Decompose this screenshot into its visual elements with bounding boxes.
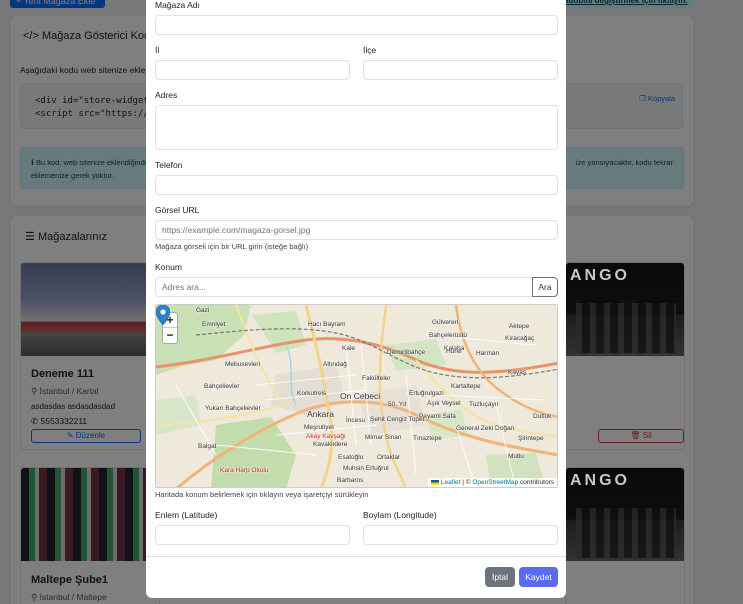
map-label: İncesu <box>346 417 366 424</box>
location-label: Konum <box>155 262 182 272</box>
shop-brand-text: ANGO <box>570 267 630 284</box>
map-label: Yukarı Bahçelievler <box>205 405 261 412</box>
location-map[interactable]: + − Gazi Emniyet Hacı Bayram Gülveren Ka… <box>155 304 558 488</box>
map-label: Aktepe <box>509 323 530 330</box>
map-label: Kayaş <box>508 369 527 376</box>
map-label: Fakülteler <box>362 375 391 382</box>
district-input[interactable] <box>363 60 558 80</box>
district-label: İlçe <box>363 45 377 55</box>
map-label: Aşık Veysel <box>427 400 461 407</box>
longitude-label: Boylam (Longitude) <box>363 510 437 520</box>
map-label: Hacı Bayram <box>308 321 346 328</box>
map-label: Demirlibahçe <box>387 349 425 356</box>
map-label: 50. Yıl <box>388 401 407 408</box>
map-label: Altındağ <box>323 361 347 368</box>
map-label: Hürel <box>446 348 462 355</box>
province-input[interactable] <box>155 60 350 80</box>
map-label: General Zeki Doğan <box>456 425 515 432</box>
map-attribution: Leaflet | © OpenStreetMap contributors <box>428 478 557 487</box>
map-label: Balgat <box>198 443 217 450</box>
map-label: Harman <box>476 350 500 357</box>
cancel-button[interactable]: İptal <box>485 567 515 587</box>
map-label: Tuzluçayır <box>469 401 499 408</box>
map-label: Kara Harp Okulu <box>220 467 269 474</box>
map-label: Kavaklıdere <box>313 441 348 448</box>
map-label: Bahçelievler <box>204 383 240 390</box>
address-search-button[interactable]: Ara <box>532 277 558 297</box>
map-label: Şirintepe <box>518 435 544 442</box>
map-label: Dutluk <box>533 413 552 420</box>
map-label: Bahçelerüstü <box>429 332 467 339</box>
map-label: Meşrutiyet <box>304 424 334 431</box>
modal-body: Mağaza Adı İl İlçe Adres Telefon Görsel … <box>146 0 566 556</box>
latitude-label: Enlem (Latitude) <box>155 510 218 520</box>
leaflet-link[interactable]: Leaflet <box>441 479 461 486</box>
image-url-input[interactable] <box>155 220 558 240</box>
map-label: Mutlu <box>508 453 524 460</box>
map-label: Mebusevleri <box>225 361 261 368</box>
map-label: Ortaklar <box>377 454 401 461</box>
map-label: Esatoğlu <box>338 454 364 461</box>
address-textarea[interactable] <box>155 105 558 150</box>
map-label: Muhsin Ertuğrul <box>343 465 389 472</box>
map-label: Gazi <box>196 307 210 314</box>
map-label: Peyami Safa <box>419 413 456 420</box>
longitude-input[interactable] <box>363 525 558 545</box>
map-label: Ertuğrulgazi <box>409 390 444 397</box>
map-label: Gülveren <box>432 319 459 326</box>
map-label: Kartaltepe <box>451 383 481 390</box>
province-label: İl <box>155 45 160 55</box>
store-name-input[interactable] <box>155 15 558 35</box>
map-label: Emniyet <box>202 321 226 328</box>
image-url-help: Mağaza görseli için bir URL girin (isteğ… <box>155 242 309 251</box>
shop-brand-text: ANGO <box>570 472 630 489</box>
address-label: Adres <box>155 90 178 100</box>
location-marker-icon[interactable] <box>156 305 170 325</box>
map-zoom-out-button[interactable]: − <box>163 328 177 343</box>
map-label: Kale <box>342 345 356 352</box>
image-url-label: Görsel URL <box>155 205 200 215</box>
modal-footer: İptal Kaydet <box>146 556 566 598</box>
store-name-label: Mağaza Adı <box>155 0 200 10</box>
map-label: Mimar Sinan <box>365 434 402 441</box>
map-label: On Cebeci <box>340 391 381 401</box>
leaflet-flag-icon <box>431 479 440 485</box>
save-button[interactable]: Kaydet <box>519 567 558 587</box>
map-label: Barbaros <box>337 477 364 484</box>
map-label: Akay Kavşağı <box>306 433 346 440</box>
address-search-input[interactable] <box>155 277 533 297</box>
store-form-modal: Mağaza Adı İl İlçe Adres Telefon Görsel … <box>146 0 566 598</box>
map-label: Kıracağaç <box>505 335 535 342</box>
phone-label: Telefon <box>155 160 183 170</box>
map-label: Korkutreis <box>297 390 327 397</box>
latitude-input[interactable] <box>155 525 350 545</box>
map-help-text: Haritada konum belirlemek için tıklayın … <box>155 490 369 499</box>
openstreetmap-link[interactable]: OpenStreetMap <box>472 479 518 486</box>
map-label: Tınaztepe <box>413 435 442 442</box>
phone-input[interactable] <box>155 175 558 195</box>
map-label: Şehit Cengiz Topel <box>370 416 425 423</box>
map-label: Ankara <box>307 409 334 419</box>
